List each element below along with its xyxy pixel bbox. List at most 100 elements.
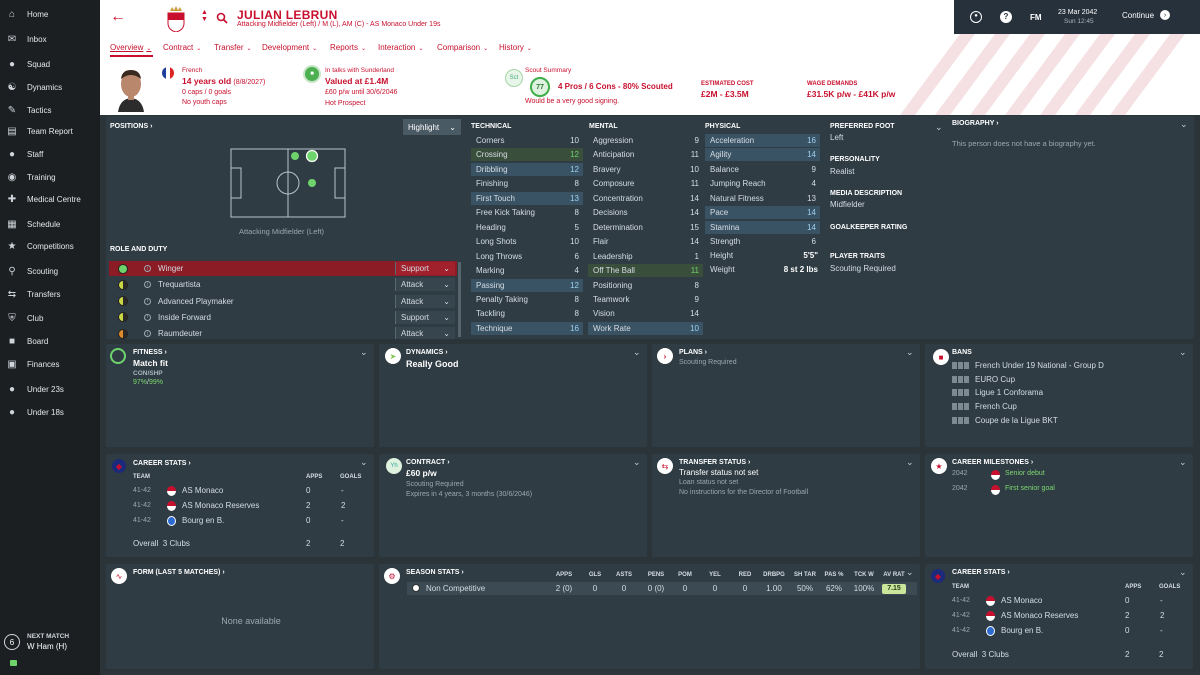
tab-comparison[interactable]: Comparison ⌄ — [437, 43, 488, 52]
role-row[interactable]: i Trequartista Attack ⌄ — [109, 277, 457, 292]
sidebar-item-competitions[interactable]: ★ Competitions — [0, 236, 100, 256]
attribute-row[interactable]: Technique 16 — [471, 321, 583, 335]
milestones-chevron-icon[interactable]: ⌄ — [1179, 457, 1187, 468]
sidebar-item-scouting[interactable]: ⚲ Scouting — [0, 261, 100, 281]
continue-button[interactable]: Continue › — [1122, 10, 1171, 20]
attribute-row[interactable]: Bravery 10 — [588, 163, 703, 176]
help-icon[interactable]: ? — [1000, 11, 1012, 23]
attribute-row[interactable]: Work Rate 10 — [588, 321, 703, 335]
attribute-row[interactable]: Jumping Reach 4 — [705, 177, 820, 190]
contract-title[interactable]: CONTRACT › — [406, 459, 450, 466]
duty-dropdown[interactable]: Attack ⌄ — [395, 327, 455, 339]
sidebar-item-tactics[interactable]: ✎ Tactics — [0, 100, 100, 120]
info-icon[interactable]: i — [144, 265, 151, 272]
fitness-chevron-icon[interactable]: ⌄ — [360, 347, 368, 358]
attribute-row[interactable]: Penalty Taking 8 — [471, 293, 583, 306]
tab-transfer[interactable]: Transfer ⌄ — [214, 43, 252, 52]
attribute-row[interactable]: Aggression 9 — [588, 134, 703, 147]
sidebar-item-under-23s[interactable]: ● Under 23s — [0, 379, 100, 399]
attribute-row[interactable]: Marking 4 — [471, 264, 583, 277]
dynamics-title[interactable]: DYNAMICS › — [406, 349, 448, 356]
attribute-row[interactable]: Positioning 8 — [588, 279, 703, 292]
info-icon[interactable]: i — [144, 297, 151, 305]
team-name[interactable]: Bourg en B. — [182, 516, 224, 525]
attribute-row[interactable]: Acceleration 16 — [705, 134, 820, 147]
sidebar-item-team-report[interactable]: ▤ Team Report — [0, 121, 100, 141]
attribute-row[interactable]: Tackling 8 — [471, 307, 583, 320]
biography-chevron-icon[interactable]: ⌄ — [1180, 119, 1188, 130]
scout-summary[interactable]: 4 Pros / 6 Cons - 80% Scouted — [558, 82, 673, 91]
fitness-title[interactable]: FITNESS › — [133, 349, 167, 356]
team-name[interactable]: AS Monaco — [182, 486, 223, 495]
duty-dropdown[interactable]: Support ⌄ — [395, 262, 455, 275]
sidebar-item-training[interactable]: ◉ Training — [0, 167, 100, 187]
form-title[interactable]: FORM (LAST 5 MATCHES) › — [133, 569, 225, 576]
contract-chevron-icon[interactable]: ⌄ — [633, 457, 641, 468]
attribute-row[interactable]: Off The Ball 11 — [588, 264, 703, 278]
role-row[interactable]: i Raumdeuter Attack ⌄ — [109, 326, 457, 339]
bans-chevron-icon[interactable]: ⌄ — [1179, 347, 1187, 358]
season-stats-title[interactable]: SEASON STATS › — [406, 569, 464, 576]
sidebar-item-transfers[interactable]: ⇆ Transfers — [0, 284, 100, 304]
career-stats-title-2[interactable]: CAREER STATS › — [952, 569, 1010, 576]
tab-development[interactable]: Development ⌄ — [262, 43, 317, 52]
attribute-row[interactable]: Stamina 14 — [705, 220, 820, 234]
team-name[interactable]: AS Monaco Reserves — [182, 501, 259, 510]
dynamics-chevron-icon[interactable]: ⌄ — [633, 347, 641, 358]
attribute-row[interactable]: Balance 9 — [705, 163, 820, 176]
role-row[interactable]: i Winger Support ⌄ — [109, 261, 457, 276]
tab-interaction[interactable]: Interaction ⌄ — [378, 43, 423, 52]
highlight-dropdown[interactable]: Highlight ⌄ — [403, 119, 461, 135]
duty-dropdown[interactable]: Attack ⌄ — [395, 278, 455, 292]
team-name[interactable]: AS Monaco Reserves — [1001, 611, 1078, 620]
duty-dropdown[interactable]: Attack ⌄ — [395, 294, 455, 308]
biography-title[interactable]: BIOGRAPHY › — [952, 120, 999, 127]
transfer-status-title[interactable]: TRANSFER STATUS › — [679, 459, 750, 466]
attribute-row[interactable]: Flair 14 — [588, 235, 703, 248]
attribute-row[interactable]: Agility 14 — [705, 148, 820, 162]
fm-menu-label[interactable]: FM — [1030, 13, 1042, 22]
tab-overview[interactable]: Overview ⌄ — [110, 43, 151, 52]
role-row[interactable]: i Advanced Playmaker Attack ⌄ — [109, 294, 457, 309]
sidebar-item-schedule[interactable]: ▦ Schedule — [0, 214, 100, 234]
attribute-row[interactable]: Pace 14 — [705, 206, 820, 220]
transfer-chevron-icon[interactable]: ⌄ — [906, 457, 914, 468]
tab-reports[interactable]: Reports ⌄ — [330, 43, 366, 52]
plans-chevron-icon[interactable]: ⌄ — [906, 347, 914, 358]
attribute-row[interactable]: Teamwork 9 — [588, 293, 703, 306]
sidebar-item-inbox[interactable]: ✉ Inbox — [0, 29, 100, 49]
positions-title[interactable]: POSITIONS › — [110, 123, 152, 130]
sidebar-item-under-18s[interactable]: ● Under 18s — [0, 402, 100, 422]
attribute-row[interactable]: Composure 11 — [588, 177, 703, 190]
attribute-row[interactable]: Leadership 1 — [588, 250, 703, 263]
profile-chevron-icon[interactable]: ⌄ — [935, 122, 943, 133]
sidebar-item-dynamics[interactable]: ☯ Dynamics — [0, 77, 100, 97]
tab-contract[interactable]: Contract ⌄ — [163, 43, 201, 52]
season-header[interactable]: AV RAT — [874, 572, 914, 578]
team-name[interactable]: Bourg en B. — [1001, 626, 1043, 635]
attribute-row[interactable]: First Touch 13 — [471, 191, 583, 205]
career-chevron-icon-2[interactable]: ⌄ — [1179, 567, 1187, 578]
attribute-row[interactable]: Anticipation 11 — [588, 148, 703, 161]
duty-dropdown[interactable]: Support ⌄ — [395, 310, 455, 324]
back-arrow-icon[interactable]: ← — [110, 8, 126, 26]
info-icon[interactable]: i — [144, 281, 151, 289]
attribute-row[interactable]: Corners 10 — [471, 134, 583, 147]
attribute-row[interactable]: Finishing 8 — [471, 177, 583, 190]
sidebar-item-medical-centre[interactable]: ✚ Medical Centre — [0, 189, 100, 209]
sidebar-item-staff[interactable]: ● Staff — [0, 144, 100, 164]
sidebar-item-board[interactable]: ■ Board — [0, 331, 100, 351]
role-row[interactable]: i Inside Forward Support ⌄ — [109, 310, 457, 325]
info-icon[interactable]: i — [144, 313, 151, 321]
role-scrollbar[interactable] — [458, 262, 461, 337]
attribute-row[interactable]: Dribbling 12 — [471, 162, 583, 176]
team-name[interactable]: AS Monaco — [1001, 596, 1042, 605]
prev-next-arrows[interactable]: ▲ ▼ — [201, 9, 208, 23]
tab-history[interactable]: History ⌄ — [499, 43, 532, 52]
sidebar-item-home[interactable]: ⌂ Home — [0, 4, 100, 24]
attribute-row[interactable]: Long Shots 10 — [471, 235, 583, 248]
next-match-widget[interactable]: 6 NEXT MATCH W Ham (H) — [0, 626, 100, 675]
sidebar-item-squad[interactable]: ● Squad — [0, 54, 100, 74]
sidebar-item-club[interactable]: ⛨ Club — [0, 308, 100, 328]
attribute-row[interactable]: Heading 5 — [471, 221, 583, 234]
